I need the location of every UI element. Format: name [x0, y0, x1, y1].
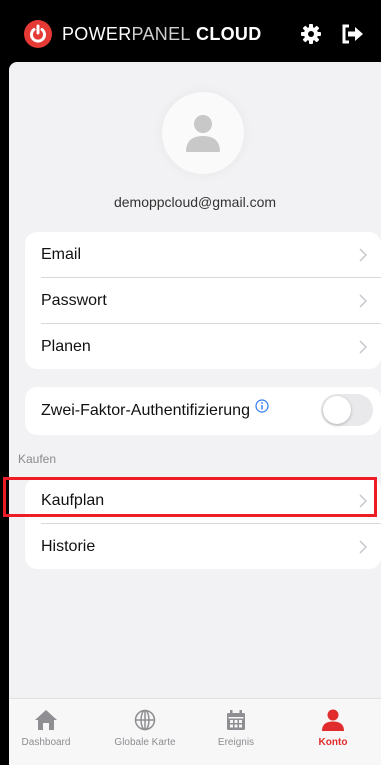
- tab-dashboard-label: Dashboard: [21, 737, 71, 748]
- app-title-power: POWER: [62, 24, 132, 44]
- history-row-label: Historie: [41, 538, 96, 555]
- account-email: demoppcloud@gmail.com: [113, 194, 277, 210]
- tab-global-map[interactable]: Globale Karte: [105, 709, 185, 748]
- section-title-kaufen: Kaufen: [18, 452, 57, 466]
- chevron-right-icon: [359, 524, 367, 569]
- app-screen: POWERPANEL CLOUD demoppcloud@gmail.com E…: [0, 0, 381, 765]
- top-bar: POWERPANEL CLOUD: [0, 0, 381, 62]
- tab-account[interactable]: Konto: [293, 709, 373, 748]
- email-row-label: Email: [41, 246, 82, 263]
- logout-icon[interactable]: [340, 22, 364, 46]
- app-title-cloud: CLOUD: [190, 24, 262, 44]
- email-row[interactable]: Email: [25, 232, 381, 277]
- tab-global-map-label: Globale Karte: [114, 737, 176, 748]
- highlight-box: [3, 477, 377, 517]
- history-row[interactable]: Historie: [25, 524, 381, 569]
- gear-icon[interactable]: [299, 22, 323, 46]
- account-settings-card: Email Passwort Planen: [25, 232, 381, 369]
- account-content: demoppcloud@gmail.com Email Passwort Pla…: [9, 62, 381, 698]
- chevron-right-icon: [359, 324, 367, 369]
- chevron-right-icon: [359, 278, 367, 323]
- plan-row-label: Planen: [41, 338, 91, 355]
- two-factor-label: Zwei-Faktor-Authentifizierung: [41, 402, 250, 419]
- globe-icon: [105, 709, 185, 731]
- chevron-right-icon: [359, 232, 367, 277]
- tab-account-label: Konto: [318, 737, 348, 748]
- bottom-tab-bar: Dashboard Globale Karte Ereignis Konto: [9, 698, 381, 765]
- two-factor-row: Zwei-Faktor-Authentifizierung: [25, 387, 381, 435]
- power-logo-icon: [24, 20, 52, 48]
- tab-dashboard[interactable]: Dashboard: [6, 709, 86, 748]
- app-title: POWERPANEL CLOUD: [62, 22, 262, 46]
- plan-row[interactable]: Planen: [25, 324, 381, 369]
- user-avatar-icon: [162, 92, 244, 174]
- calendar-icon: [196, 709, 276, 731]
- user-icon: [293, 709, 373, 731]
- toggle-knob: [323, 396, 351, 424]
- password-row-label: Passwort: [41, 292, 107, 309]
- app-title-panel: PANEL: [131, 24, 191, 44]
- tab-events-label: Ereignis: [217, 737, 255, 748]
- two-factor-card: Zwei-Faktor-Authentifizierung: [25, 387, 381, 435]
- info-icon[interactable]: [255, 385, 269, 433]
- house-icon: [6, 709, 86, 731]
- password-row[interactable]: Passwort: [25, 278, 381, 323]
- tab-events[interactable]: Ereignis: [196, 709, 276, 748]
- two-factor-toggle[interactable]: [321, 394, 373, 426]
